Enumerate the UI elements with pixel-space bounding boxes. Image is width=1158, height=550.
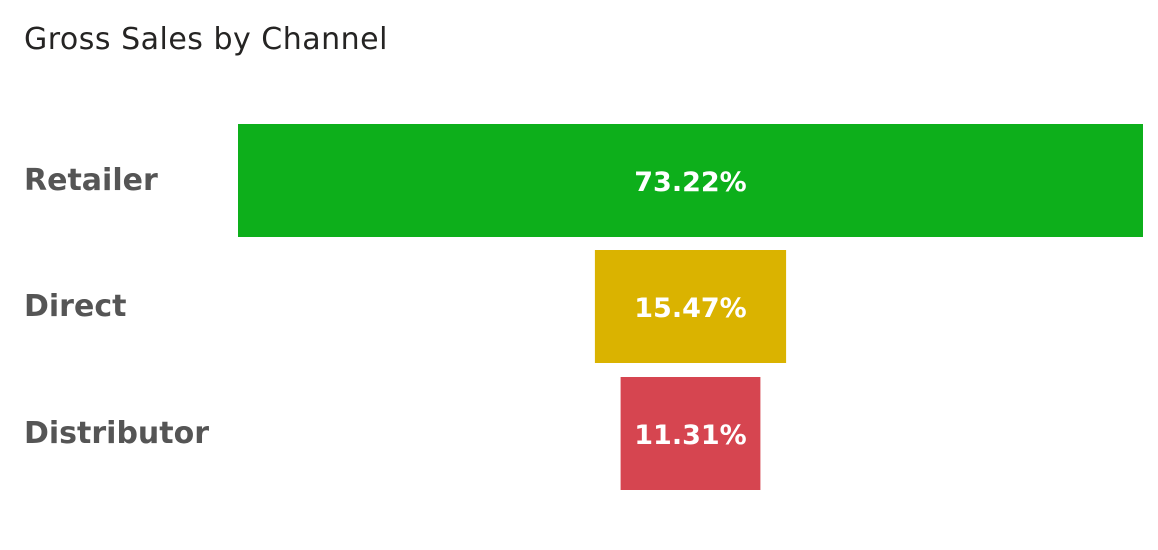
category-label-distributor: Distributor bbox=[24, 416, 209, 451]
category-label-direct: Direct bbox=[24, 289, 126, 324]
funnel-bars: Retailer 73.22% Direct 15.47% Distributor 11.… bbox=[24, 124, 1143, 490]
value-label-distributor: 11.31% bbox=[634, 420, 746, 451]
funnel-chart: Retailer 73.22% Direct 15.47% Distributor 11.… bbox=[24, 124, 1143, 490]
value-label-direct: 15.47% bbox=[634, 293, 746, 324]
value-label-retailer: 73.22% bbox=[634, 167, 746, 198]
category-label-retailer: Retailer bbox=[24, 163, 158, 198]
